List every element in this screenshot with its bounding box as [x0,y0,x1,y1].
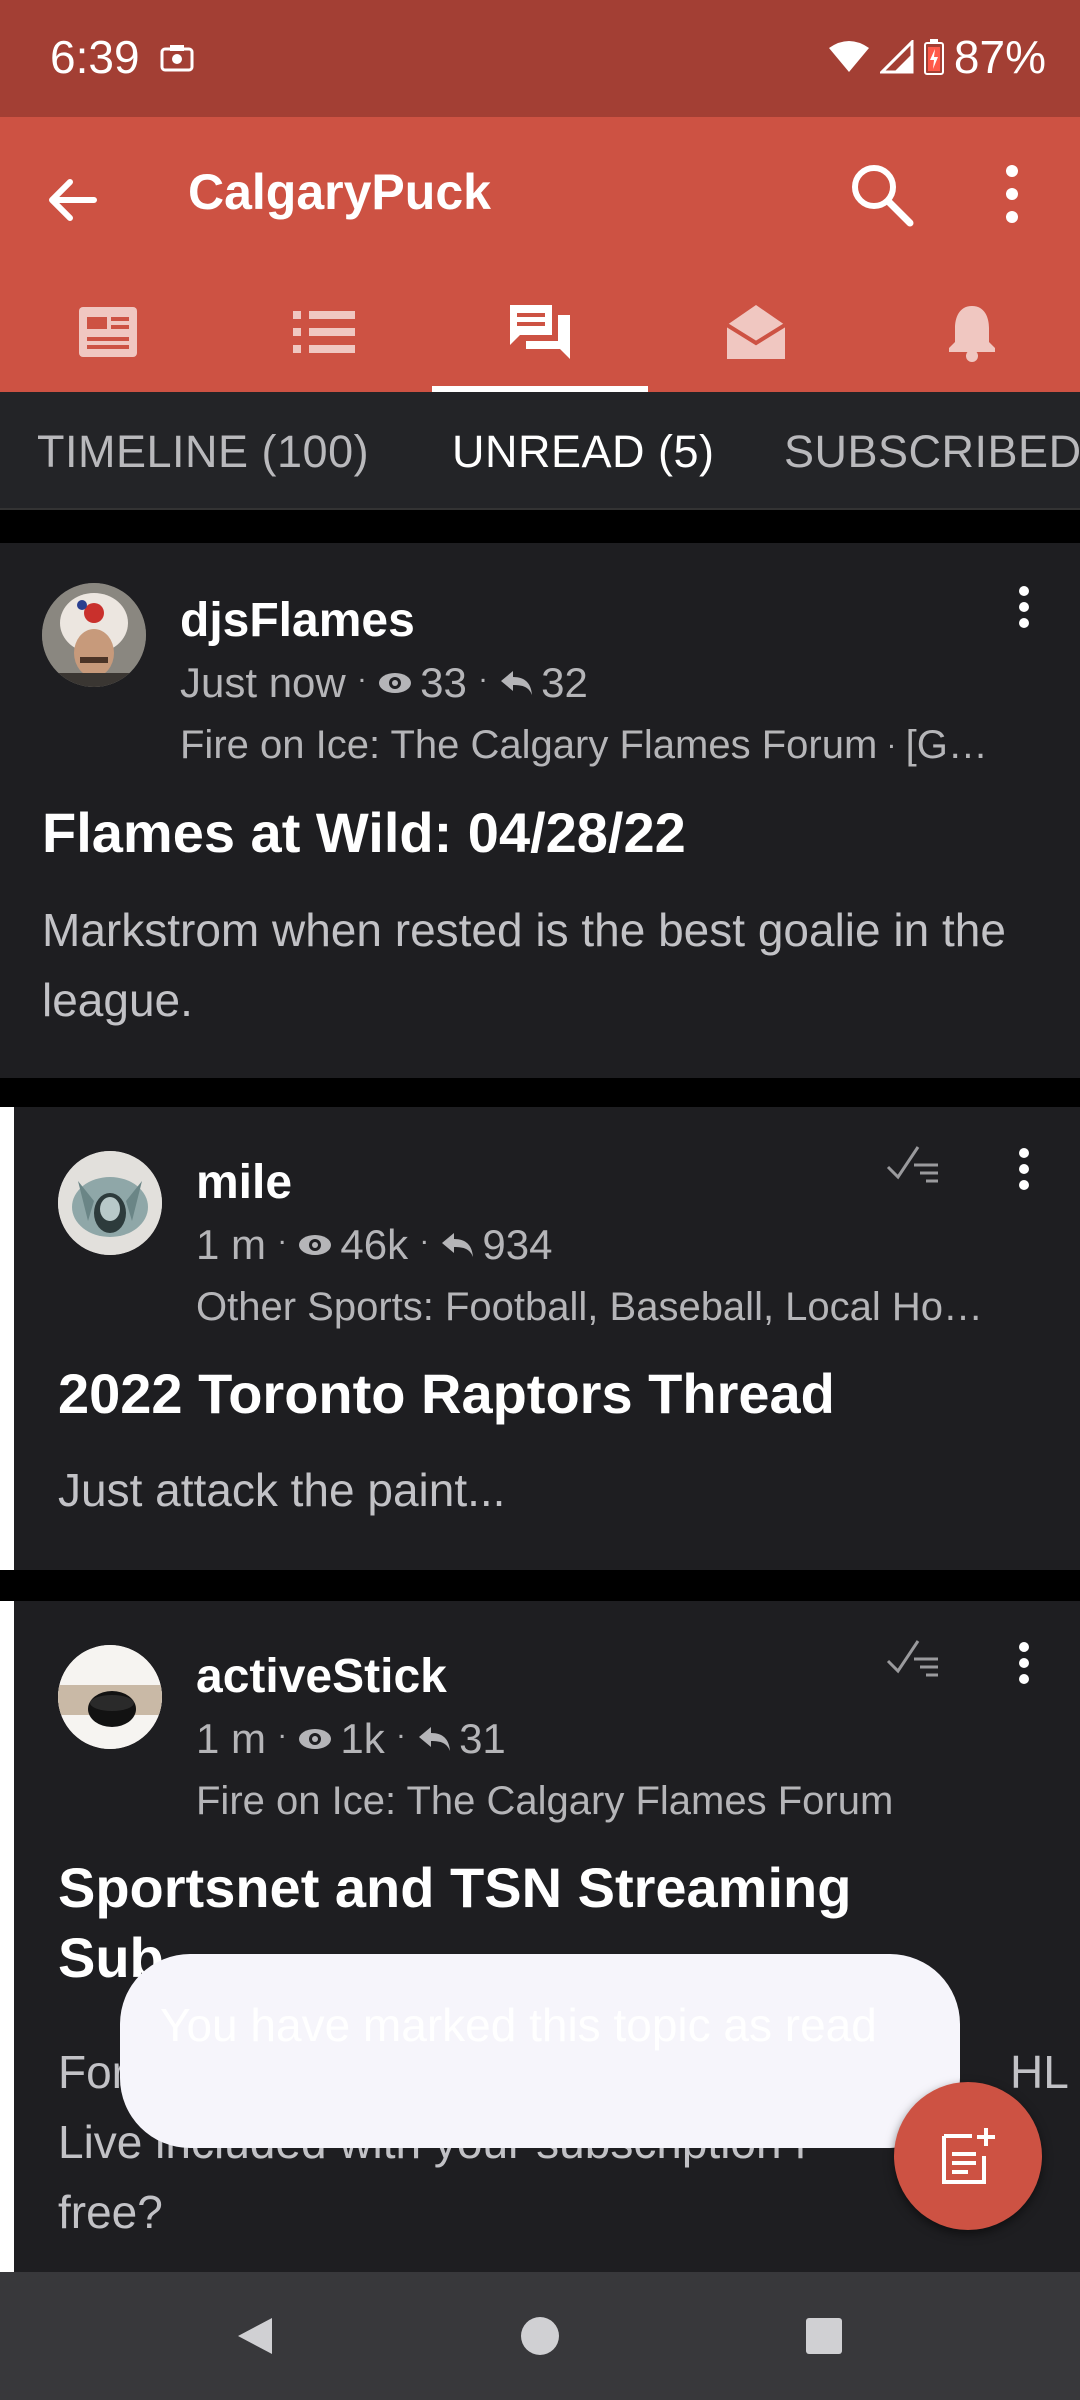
status-time: 6:39 [50,31,140,83]
status-indicators: 87% [828,30,1046,84]
post-category[interactable]: Other Sports: Football, Baseball, Local … [196,1285,1056,1330]
post-meta: 1 m . 46k . 934 [196,1218,553,1268]
post-time: 1 m [196,1221,267,1268]
tab-forum[interactable] [432,272,648,392]
post-time: Just now [180,659,346,706]
status-bar: 6:39 87% [0,0,1080,117]
nav-recents-icon[interactable] [802,2314,846,2358]
post-time: 1 m [196,1715,267,1762]
tab-notifications[interactable] [864,272,1080,392]
tab-unread[interactable]: UNREAD (5) [452,426,715,478]
forum-icon [510,305,570,359]
icon-tab-bar [0,272,1080,392]
battery-percent: 87% [953,31,1046,83]
reply-icon [501,671,533,695]
new-topic-button[interactable] [894,2082,1042,2230]
topic-card[interactable]: mile 1 m . 46k . 934 Other Sports: Footb… [0,1107,1080,1570]
app-bar: CalgaryPuck [0,117,1080,272]
views-icon [299,1235,332,1255]
tab-subscribed[interactable]: SUBSCRIBED [784,426,1080,478]
post-meta: Just now . 33 . 32 [180,656,588,706]
tab-list[interactable] [216,272,432,392]
avatar-image [58,1151,162,1255]
tab-inbox[interactable] [648,272,864,392]
avatar[interactable] [58,1151,162,1255]
author-name[interactable]: djsFlames [180,593,415,648]
author-name[interactable]: mile [196,1155,292,1210]
post-meta: 1 m . 1k . 31 [196,1712,506,1762]
replies-count: 32 [541,659,588,706]
tab-news[interactable] [0,272,216,392]
post-category[interactable]: Fire on Ice: The Calgary Flames Forum [196,1779,1056,1824]
app-title: CalgaryPuck [188,164,491,220]
views-count: 33 [420,659,467,706]
post-menu-icon[interactable] [1004,1637,1044,1697]
topic-excerpt: Markstrom when rested is the best goalie… [42,904,1006,1026]
topic-title[interactable]: 2022 Toronto Raptors Thread [58,1359,835,1429]
news-icon [79,307,137,357]
avatar[interactable] [42,583,146,687]
post-category[interactable]: Fire on Ice: The Calgary Flames Forum. [G… [180,723,1040,768]
system-nav-bar [0,2272,1080,2400]
search-icon[interactable] [846,159,916,229]
avatar-image [42,583,146,687]
snackbar-message: You have marked this topic as read [160,1999,877,2051]
mark-read-icon[interactable] [884,1635,944,1679]
reply-icon [419,1727,451,1751]
topic-filter-tabs: TIMELINE (100) UNREAD (5) SUBSCRIBED [0,392,1080,510]
views-icon [379,673,412,693]
screenshot-icon [160,45,194,72]
topic-card[interactable]: djsFlames Just now . 33 . 32 Fire on Ice… [0,543,1080,1078]
nav-back-icon[interactable] [232,2314,276,2358]
nav-home-icon[interactable] [518,2314,562,2358]
replies-count: 934 [482,1221,553,1268]
post-menu-icon[interactable] [1004,1143,1044,1203]
author-name[interactable]: activeStick [196,1649,447,1704]
views-count: 46k [340,1221,409,1268]
back-arrow-icon[interactable] [40,167,106,233]
inbox-icon [725,305,787,359]
views-count: 1k [340,1715,385,1762]
signal-icon [879,40,914,74]
tab-timeline[interactable]: TIMELINE (100) [37,426,369,478]
topic-title[interactable]: Flames at Wild: 04/28/22 [42,798,686,868]
views-icon [299,1729,332,1749]
mark-read-icon[interactable] [884,1141,944,1185]
battery-icon [923,39,944,75]
list-icon [293,311,355,353]
avatar-image [58,1645,162,1749]
post-menu-icon[interactable] [1004,581,1044,641]
bell-icon [949,306,995,362]
replies-count: 31 [459,1715,506,1762]
reply-icon [442,1233,474,1257]
avatar[interactable] [58,1645,162,1749]
snackbar: You have marked this topic as read [120,1954,960,2148]
topic-excerpt: Just attack the paint... [58,1464,506,1516]
wifi-icon [828,41,869,72]
overflow-menu-icon[interactable] [990,159,1034,229]
new-topic-icon [942,2128,995,2184]
